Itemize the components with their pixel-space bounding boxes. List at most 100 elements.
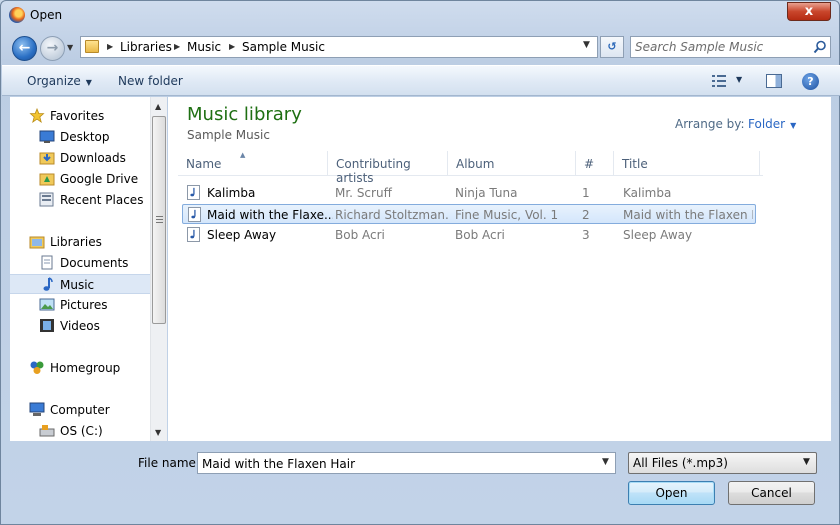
- google-drive-folder-icon: [39, 173, 55, 186]
- file-name: Maid with the Flaxe...: [207, 208, 333, 222]
- column-header-album[interactable]: Album: [448, 151, 576, 176]
- nav-item-label: OS (C:): [60, 424, 103, 438]
- scroll-down-icon[interactable]: ▼: [155, 428, 161, 437]
- column-header-title[interactable]: Title: [614, 151, 760, 176]
- nav-item-homegroup[interactable]: Homegroup: [10, 358, 150, 378]
- file-album: Bob Acri: [455, 228, 505, 242]
- pictures-icon: [39, 298, 55, 311]
- nav-item-computer[interactable]: Computer: [10, 400, 150, 420]
- recent-locations-dropdown[interactable]: ▼: [67, 43, 77, 53]
- help-icon[interactable]: ?: [802, 73, 819, 90]
- file-number: 2: [582, 208, 590, 222]
- file-artist: Bob Acri: [335, 228, 385, 242]
- window-title: Open: [30, 8, 63, 22]
- downloads-folder-icon: [39, 152, 55, 165]
- table-row[interactable]: Kalimba Mr. Scruff Ninja Tuna 1 Kalimba: [182, 183, 756, 203]
- nav-item-recent-places[interactable]: Recent Places: [10, 190, 150, 210]
- file-name-input[interactable]: [202, 456, 592, 471]
- column-headers: Name Contributing artists Album # Title: [178, 151, 763, 185]
- nav-item-label: Videos: [60, 319, 100, 333]
- nav-item-label: Documents: [60, 256, 129, 270]
- address-history-dropdown[interactable]: ▼: [583, 40, 590, 50]
- nav-item-label: Desktop: [60, 130, 110, 144]
- file-list-pane: Music library Sample Music Arrange by: F…: [168, 97, 831, 441]
- library-title: Music library: [187, 104, 302, 125]
- file-type-value: All Files (*.mp3): [633, 456, 728, 470]
- new-folder-button[interactable]: New folder: [118, 74, 183, 88]
- file-artist: Mr. Scruff: [335, 186, 392, 200]
- music-note-icon: [43, 277, 53, 291]
- music-file-icon: [188, 207, 201, 222]
- view-options-dropdown[interactable]: ▼: [736, 75, 742, 84]
- column-header-number[interactable]: #: [576, 151, 614, 176]
- cancel-button[interactable]: Cancel: [728, 481, 815, 505]
- file-name-combobox[interactable]: ▼: [197, 452, 616, 474]
- nav-item-label: Music: [60, 278, 95, 292]
- forward-button[interactable]: →: [40, 36, 65, 61]
- nav-item-label: Favorites: [50, 109, 105, 123]
- file-album: Fine Music, Vol. 1: [455, 208, 559, 222]
- music-file-icon: [187, 227, 200, 242]
- music-file-icon: [187, 185, 200, 200]
- breadcrumb-separator-icon[interactable]: ▶: [174, 40, 180, 54]
- scroll-thumb[interactable]: [152, 116, 166, 324]
- close-button[interactable]: x: [787, 2, 831, 21]
- nav-item-os-drive[interactable]: OS (C:): [10, 421, 150, 441]
- drive-icon: [39, 425, 55, 437]
- nav-item-label: Libraries: [50, 235, 102, 249]
- preview-pane-icon[interactable]: [766, 74, 782, 88]
- recent-places-icon: [39, 192, 54, 207]
- back-button[interactable]: ←: [12, 36, 37, 61]
- breadcrumb-sample-music[interactable]: Sample Music: [242, 40, 325, 54]
- table-row[interactable]: Sleep Away Bob Acri Bob Acri 3 Sleep Awa…: [182, 225, 756, 245]
- libraries-icon: [29, 236, 45, 249]
- nav-item-music[interactable]: Music: [10, 274, 150, 294]
- open-button[interactable]: Open: [628, 481, 715, 505]
- organize-button[interactable]: Organize ▼: [27, 74, 92, 88]
- navigation-scrollbar[interactable]: ▲ ▼: [150, 97, 167, 441]
- table-row[interactable]: Maid with the Flaxe... Richard Stoltzman…: [182, 204, 756, 224]
- nav-item-documents[interactable]: Documents: [10, 253, 150, 273]
- column-header-artists[interactable]: Contributing artists: [328, 151, 448, 185]
- file-number: 3: [582, 228, 590, 242]
- arrange-by-dropdown[interactable]: Folder ▼: [748, 117, 796, 131]
- nav-item-desktop[interactable]: Desktop: [10, 127, 150, 147]
- computer-icon: [29, 402, 45, 416]
- nav-item-label: Recent Places: [60, 193, 144, 207]
- file-album: Ninja Tuna: [455, 186, 518, 200]
- nav-item-label: Homegroup: [50, 361, 121, 375]
- file-type-select[interactable]: All Files (*.mp3) ▼: [628, 452, 817, 474]
- breadcrumb-music[interactable]: Music: [187, 40, 221, 54]
- search-box[interactable]: [630, 36, 831, 58]
- scroll-up-icon[interactable]: ▲: [155, 102, 161, 111]
- nav-item-label: Downloads: [60, 151, 126, 165]
- search-icon[interactable]: [813, 40, 827, 54]
- chevron-down-icon: ▼: [85, 78, 92, 87]
- nav-item-libraries[interactable]: Libraries: [10, 232, 150, 252]
- grip-icon: [156, 216, 163, 223]
- refresh-button[interactable]: ↺: [600, 36, 624, 58]
- file-name-label: File name:: [138, 456, 200, 470]
- breadcrumb-libraries[interactable]: Libraries: [120, 40, 172, 54]
- search-input[interactable]: [635, 39, 805, 55]
- column-header-name[interactable]: Name: [178, 151, 328, 176]
- chevron-down-icon: ▼: [803, 457, 810, 467]
- forward-arrow-icon: →: [46, 40, 59, 56]
- nav-item-downloads[interactable]: Downloads: [10, 148, 150, 168]
- chevron-down-icon[interactable]: ▼: [602, 457, 609, 467]
- nav-item-pictures[interactable]: Pictures: [10, 295, 150, 315]
- breadcrumb-separator-icon[interactable]: ▶: [229, 40, 235, 54]
- address-bar[interactable]: ▶ Libraries ▶ Music ▶ Sample Music ▼: [80, 36, 598, 58]
- change-view-icon[interactable]: [711, 74, 727, 88]
- file-artist: Richard Stoltzman...: [335, 208, 449, 222]
- nav-item-favorites[interactable]: Favorites: [10, 106, 150, 126]
- title-bar[interactable]: Open x: [1, 1, 839, 31]
- file-name: Sleep Away: [207, 228, 277, 242]
- nav-item-videos[interactable]: Videos: [10, 316, 150, 336]
- breadcrumb-separator-icon[interactable]: ▶: [107, 40, 113, 54]
- documents-icon: [41, 255, 53, 270]
- organize-label: Organize: [27, 74, 81, 88]
- nav-item-google-drive[interactable]: Google Drive: [10, 169, 150, 189]
- file-title: Sleep Away: [623, 228, 693, 242]
- star-icon: [29, 108, 45, 123]
